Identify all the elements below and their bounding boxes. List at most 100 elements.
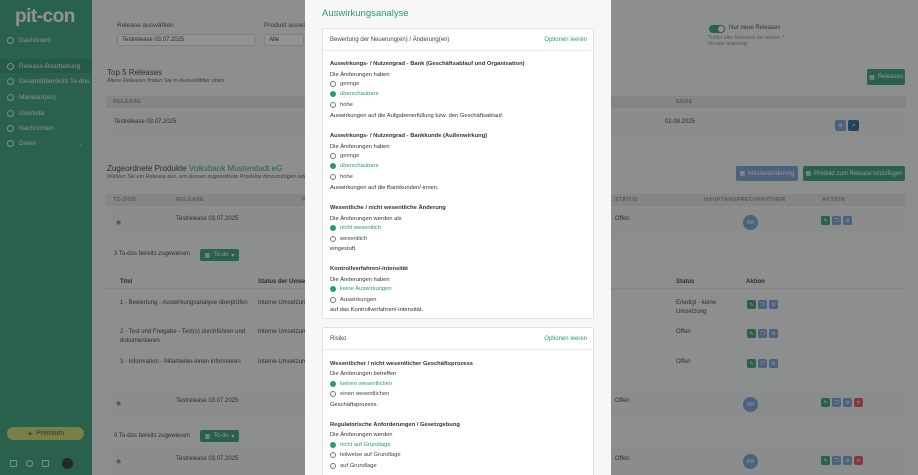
message-icon: [7, 124, 14, 132]
eye-icon[interactable]: ◉: [116, 219, 121, 226]
settings-icon[interactable]: [26, 460, 33, 467]
todo-title-2: dokumentieren: [120, 338, 160, 344]
sidebar-item-userliste[interactable]: Userliste: [7, 106, 44, 120]
radio-option-selected[interactable]: keinen wesentlichen: [330, 381, 392, 387]
radio-option-selected[interactable]: überschaubare: [330, 91, 379, 97]
settings-icon[interactable]: ⚙: [769, 359, 778, 368]
radio-option-selected[interactable]: keine Auswirkungen: [330, 286, 392, 292]
chat-icon[interactable]: [10, 460, 17, 467]
grid-icon: ▦: [204, 252, 211, 259]
add-release-button[interactable]: ▦ Releases: [867, 69, 905, 85]
mandant-link[interactable]: Volksbank Musterstadt eG: [189, 164, 282, 173]
settings-icon[interactable]: ⚙: [843, 456, 852, 465]
radio-icon: [330, 391, 336, 397]
copy-icon[interactable]: ❐: [832, 398, 841, 407]
copy-icon[interactable]: ❐: [758, 359, 767, 368]
radio-option[interactable]: geringe: [330, 153, 359, 159]
lightbulb-icon: ☀: [26, 430, 34, 438]
chevron-down-icon: ▾: [231, 252, 235, 259]
delete-icon[interactable]: ✕: [854, 398, 863, 407]
radio-icon: [330, 102, 336, 108]
todo-impl: Interne Umsetzung: [258, 300, 309, 306]
copy-icon[interactable]: ❐: [832, 456, 841, 465]
delete-icon[interactable]: ✕: [854, 456, 863, 465]
edit-icon[interactable]: ✎: [747, 359, 756, 368]
radio-icon: [330, 153, 336, 159]
release-select[interactable]: Testrelease 03.07.2025: [117, 34, 255, 46]
todo-button[interactable]: ▦ To-do ▾: [200, 249, 239, 261]
col-release: RELEASE: [176, 197, 205, 203]
settings-icon[interactable]: ⚙: [843, 398, 852, 407]
radio-option[interactable]: teilweise auf Grundlage: [330, 452, 401, 458]
radio-icon: [330, 463, 336, 469]
question-pre: Die Änderungen betreffen: [330, 371, 397, 377]
copy-icon[interactable]: ❐: [758, 300, 767, 309]
row-actions: ✎ ❐ ⚙ ✕: [821, 398, 863, 407]
question-pre: Die Änderungen haben: [330, 144, 390, 150]
eye-icon[interactable]: ◉: [116, 400, 121, 407]
user-avatar[interactable]: [62, 458, 73, 469]
mass-change-button[interactable]: ▦ Massenänderung: [736, 166, 798, 181]
sidebar-footer: [10, 458, 73, 469]
col-impl-status: Status der Umsetz: [258, 279, 311, 285]
radio-option[interactable]: geringe: [330, 81, 359, 87]
sidebar-item-gesamtuebersicht[interactable]: Gesamtübersicht To-dos: [7, 74, 89, 88]
edit-icon[interactable]: ✎: [821, 398, 830, 407]
premium-button[interactable]: ☀ Premium: [7, 427, 84, 440]
sidebar-item-nachrichten[interactable]: Nachrichten: [7, 121, 54, 135]
copy-icon[interactable]: ❐: [832, 216, 841, 225]
copy-icon[interactable]: ❐: [758, 329, 767, 338]
add-product-button[interactable]: ▦ Produkt zum Release hinzufügen: [803, 166, 905, 181]
settings-icon[interactable]: ⚙: [769, 329, 778, 338]
product-status-cell: Offen: [615, 216, 630, 222]
radio-option[interactable]: auf Grundlage: [330, 463, 377, 469]
impact-analysis-modal: Auswirkungsanalyse Bewertung der Neuerun…: [305, 0, 611, 475]
clear-options-button[interactable]: Optionen leeren: [544, 37, 587, 43]
contact-avatar: AW: [743, 215, 758, 230]
view-release-button[interactable]: ⚙: [835, 120, 846, 131]
building-icon: [7, 93, 14, 101]
open-release-button[interactable]: ↗: [848, 120, 859, 131]
todo-button[interactable]: ▦ To-do ▾: [200, 430, 239, 442]
edit-icon[interactable]: ✎: [821, 216, 830, 225]
eye-icon[interactable]: ◉: [116, 458, 121, 465]
database-icon: [7, 139, 14, 147]
radio-option-selected[interactable]: nicht auf Grundlage: [330, 442, 391, 448]
contact-avatar: AW: [743, 454, 758, 469]
col-ende: ENDE: [676, 99, 693, 105]
radio-option[interactable]: Auswirkungen: [330, 297, 376, 303]
edit-icon[interactable]: ✎: [821, 456, 830, 465]
radio-option[interactable]: einen wesentlichen: [330, 391, 389, 397]
sidebar-item-daten[interactable]: Daten: [7, 136, 36, 150]
col-titel: Titel: [120, 279, 133, 285]
todo-status: Erledigt - keine: [676, 300, 717, 306]
radio-option-selected[interactable]: nicht wesentlich: [330, 225, 381, 231]
edit-icon[interactable]: ✎: [747, 329, 756, 338]
product-select[interactable]: Alle: [264, 34, 304, 46]
risk-card-header: Risiko Optionen leeren: [323, 328, 593, 350]
todo-impl: Interne Umsetzung: [258, 329, 309, 335]
top-releases-title: Top 5 Releases: [107, 68, 163, 77]
todo-title: 3 - Information - Mitarbeiter-innen info…: [120, 359, 241, 365]
sidebar-item-release-bearbeitung[interactable]: Release-Bearbeitung: [0, 59, 92, 73]
settings-icon[interactable]: ⚙: [769, 300, 778, 309]
book-icon[interactable]: [42, 460, 49, 467]
sidebar-item-dashboard[interactable]: Dashboard: [7, 33, 51, 47]
assigned-text: 0 To-dos bereits zugewiesen: [114, 433, 190, 439]
clear-options-button[interactable]: Optionen leeren: [544, 336, 587, 342]
question-title: Auswirkungs- / Nutzengrad - Bankkunde (A…: [330, 133, 488, 139]
edit-icon[interactable]: ✎: [747, 300, 756, 309]
radio-option[interactable]: hohe: [330, 102, 353, 108]
question-post: eingestuft.: [330, 246, 357, 252]
chevron-down-icon[interactable]: ⌄: [78, 141, 83, 148]
question-pre: Die Änderungen werden: [330, 432, 393, 438]
radio-option-selected[interactable]: überschaubare: [330, 163, 379, 169]
radio-option[interactable]: wesentlich: [330, 236, 367, 242]
radio-icon: [330, 297, 336, 303]
toggle-label: Nur neue Releases: [729, 25, 781, 31]
radio-option[interactable]: hohe: [330, 174, 353, 180]
sidebar-item-mandanten[interactable]: Mandant(en): [7, 90, 56, 104]
new-releases-toggle[interactable]: [709, 25, 725, 33]
settings-icon[interactable]: ⚙: [843, 216, 852, 225]
question-post: Auswirkungen auf die Aufgabenerfüllung b…: [330, 113, 504, 119]
